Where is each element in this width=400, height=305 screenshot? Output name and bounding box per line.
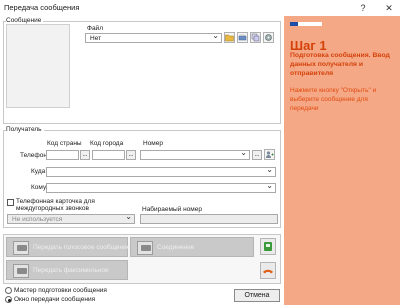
send-fax-button[interactable]: Передать факсимильное	[6, 260, 128, 280]
whom-select[interactable]	[46, 181, 276, 193]
close-button[interactable]: ✕	[382, 1, 396, 15]
country-code-browse-button[interactable]: ...	[80, 150, 90, 160]
title-bar: Передача сообщения ? ✕	[0, 0, 400, 16]
message-group-label: Сообщение	[6, 17, 44, 24]
scanner-icon	[238, 34, 247, 41]
recipient-group-label: Получатель	[6, 126, 44, 133]
window-mode-label: Окно передачи сообщения	[14, 296, 96, 303]
city-code-label: Код города	[90, 140, 124, 147]
add-contact-button[interactable]	[264, 149, 275, 160]
scan-button[interactable]	[237, 32, 248, 43]
step-progress-fill	[290, 22, 298, 26]
country-code-input[interactable]	[46, 150, 79, 160]
phone-number-input[interactable]	[140, 148, 250, 160]
phone-icon	[13, 241, 29, 255]
wizard-mode-radio[interactable]	[5, 287, 12, 294]
wizard-mode-label: Мастер подготовки сообщения	[14, 287, 107, 294]
send-voice-button[interactable]: Передать голосовое сообщение	[6, 237, 131, 257]
file-select[interactable]: Нет	[85, 31, 222, 43]
wizard-sidebar: Шаг 1 Подготовка сообщения. Ввод данных …	[284, 16, 400, 305]
step-text: Нажмите кнопку "Открыть" и выберите сооб…	[290, 87, 377, 112]
phone-label: Телефон	[20, 152, 47, 159]
cancel-button[interactable]: Отмена	[234, 289, 280, 302]
help-button[interactable]: ?	[356, 1, 370, 15]
message-preview	[6, 24, 70, 108]
folder-icon	[225, 34, 234, 42]
country-code-label: Код страны	[47, 140, 82, 147]
intercity-card-label: Телефонная карточка для междугородных зв…	[16, 198, 95, 212]
step-subtitle: Подготовка сообщения. Ввод данных получа…	[290, 52, 390, 77]
whom-label: Кому	[31, 184, 47, 191]
send-voice-label: Передать голосовое сообщение	[33, 244, 131, 251]
dialed-number-label: Набираемый номер	[142, 206, 202, 213]
step-progress-bar	[290, 22, 322, 26]
where-label: Куда	[31, 168, 46, 175]
settings-button[interactable]	[263, 32, 274, 43]
copy-button[interactable]	[250, 32, 261, 43]
window-mode-radio[interactable]	[5, 296, 12, 303]
connection-icon	[137, 241, 153, 255]
settings-icon	[265, 34, 272, 41]
add-contact-icon	[266, 151, 274, 158]
intercity-card-checkbox[interactable]	[7, 199, 14, 206]
number-label: Номер	[143, 140, 164, 147]
phone-call-icon	[264, 242, 272, 251]
send-fax-label: Передать факсимильное	[33, 267, 109, 274]
call-button[interactable]	[260, 238, 276, 255]
file-select-value: Нет	[90, 35, 102, 42]
connection-button[interactable]: Соединение	[130, 237, 254, 257]
file-label: Файл	[87, 25, 103, 32]
city-code-browse-button[interactable]: ...	[126, 150, 136, 160]
connection-label: Соединение	[157, 244, 195, 251]
window-title: Передача сообщения	[4, 3, 80, 12]
dialed-number-input[interactable]	[140, 214, 278, 224]
hangup-icon	[263, 269, 273, 274]
hangup-button[interactable]	[260, 262, 276, 279]
where-select[interactable]	[46, 165, 276, 177]
phone-browse-button[interactable]: ...	[252, 150, 262, 160]
city-code-input[interactable]	[92, 150, 125, 160]
copy-icon	[251, 33, 260, 42]
card-select-value: Не используется	[12, 216, 63, 223]
fax-icon	[13, 264, 29, 278]
card-select[interactable]: Не используется	[7, 212, 135, 224]
open-file-button[interactable]	[224, 32, 235, 43]
